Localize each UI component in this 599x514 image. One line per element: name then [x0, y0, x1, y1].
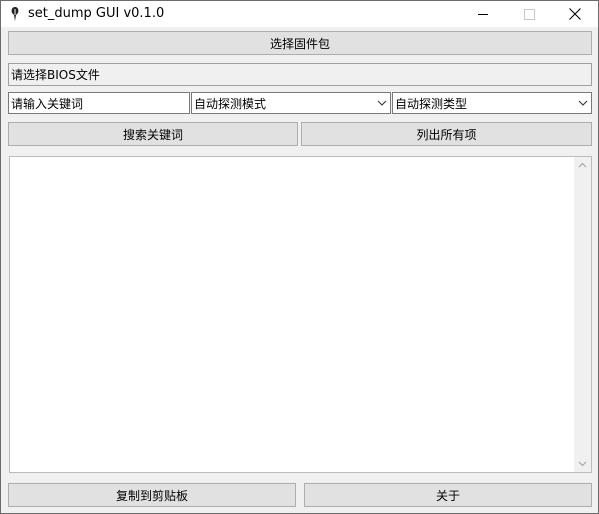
- window-title: set_dump GUI v0.1.0: [28, 6, 165, 21]
- list-all-button[interactable]: 列出所有项: [301, 122, 592, 146]
- type-select[interactable]: 自动探测类型: [392, 92, 592, 114]
- output-scrollbar[interactable]: [574, 157, 591, 472]
- about-button[interactable]: 关于: [304, 483, 592, 507]
- feather-pen-icon: [11, 7, 19, 21]
- maximize-button[interactable]: [506, 1, 552, 27]
- output-textarea[interactable]: [9, 156, 592, 473]
- mode-select[interactable]: 自动探测模式: [191, 92, 391, 114]
- mode-select-value: 自动探测模式: [194, 96, 267, 111]
- maximize-icon: [523, 8, 535, 20]
- close-button[interactable]: [552, 1, 598, 27]
- chevron-down-icon: [377, 100, 387, 106]
- minimize-button[interactable]: [460, 1, 506, 27]
- chevron-down-icon: [578, 100, 588, 106]
- scroll-up-icon[interactable]: [578, 161, 587, 170]
- copy-to-clipboard-button[interactable]: 复制到剪贴板: [8, 483, 296, 507]
- close-icon: [569, 8, 581, 20]
- select-firmware-button[interactable]: 选择固件包: [8, 31, 592, 55]
- keyword-input[interactable]: 请输入关键词: [8, 92, 190, 114]
- bios-file-status: 请选择BIOS文件: [8, 63, 592, 86]
- minimize-icon: [478, 14, 488, 15]
- scroll-down-icon[interactable]: [578, 459, 587, 468]
- type-select-value: 自动探测类型: [395, 96, 468, 111]
- title-bar[interactable]: set_dump GUI v0.1.0: [1, 1, 598, 27]
- app-window: set_dump GUI v0.1.0 选择固件包 请选择BIOS文件 请输入关…: [0, 0, 599, 514]
- search-keyword-button[interactable]: 搜索关键词: [8, 122, 298, 146]
